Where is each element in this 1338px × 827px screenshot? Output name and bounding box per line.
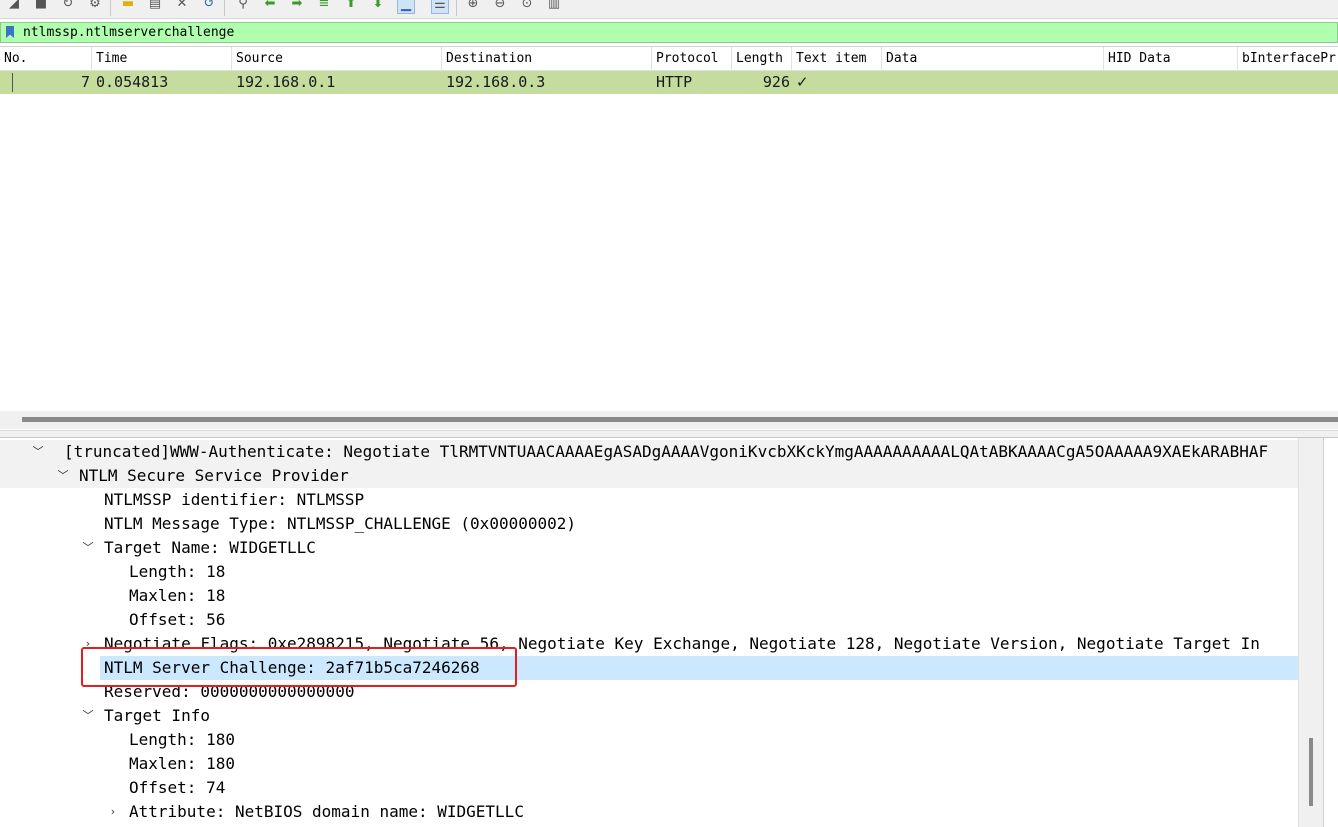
tree-item-message-type[interactable]: NTLM Message Type: NTLMSSP_CHALLENGE (0x… [0,512,1298,536]
stop-icon[interactable]: ■ [33,0,49,12]
chevron-down-icon[interactable]: ﹀ [57,464,69,488]
find-icon[interactable]: ⚲ [235,0,251,12]
tree-item-target-info[interactable]: ﹀ Target Info [0,704,1298,728]
packet-binterface [1242,71,1338,94]
tree-item-ntlm-ssp[interactable]: ﹀ NTLM Secure Service Provider [0,464,1298,488]
tree-item-label: Maxlen: 180 [129,754,235,773]
packet-data [886,71,1104,94]
tree-item-label: Reserved: 0000000000000000 [104,682,355,701]
toolbar-separator [224,0,225,16]
tree-item-label: Target Name: WIDGETLLC [104,538,316,557]
toolbar-separator [110,0,111,16]
column-header-time[interactable]: Time [92,47,232,70]
main-toolbar: ◢ ■ ↻ ⚙ ▬ ▤ ✕ ↺ ⚲ ⬅ ➡ ≡ ⬆ ⬇ ▁ ☰ ⊕ ⊖ ⊙ ▥ [0,0,1338,19]
tree-item-label: Negotiate Flags: 0xe2898215, Negotiate 5… [104,634,1260,653]
restart-icon[interactable]: ↻ [60,0,76,12]
packet-bytes-pane-edge [1323,438,1338,827]
tree-item-reserved[interactable]: Reserved: 0000000000000000 [0,680,1298,704]
last-packet-icon[interactable]: ⬇ [370,0,386,12]
chevron-down-icon[interactable]: ﹀ [82,704,94,728]
chevron-right-icon[interactable]: › [107,800,119,824]
toolbar-separator [456,0,457,16]
tree-item-label: Maxlen: 18 [129,586,226,605]
tree-item-label: NTLM Secure Service Provider [79,466,349,485]
tree-item-label: Target Info [104,706,210,725]
tree-item-label: NTLMSSP identifier: NTLMSSP [104,490,365,509]
column-header-protocol[interactable]: Protocol [652,47,732,70]
packet-no: 7 [80,73,90,91]
tree-item-label: [truncated]WWW-Authenticate: Negotiate T… [64,442,1269,461]
autoscroll-icon[interactable]: ▁ [397,0,415,14]
save-file-icon[interactable]: ▤ [147,0,163,12]
go-to-packet-icon[interactable]: ≡ [316,0,332,12]
tree-item-target-info-offset[interactable]: Offset: 74 [0,776,1298,800]
tree-item-target-name-offset[interactable]: Offset: 56 [0,608,1298,632]
first-packet-icon[interactable]: ⬆ [343,0,359,12]
tree-item-label: NTLM Message Type: NTLMSSP_CHALLENGE (0x… [104,514,577,533]
open-file-icon[interactable]: ▬ [120,0,136,12]
resize-columns-icon[interactable]: ▥ [546,0,562,12]
details-vertical-scrollbar[interactable] [1298,438,1323,827]
shark-fin-icon[interactable]: ◢ [6,0,22,12]
tree-item-label: Length: 180 [129,730,235,749]
normal-size-icon[interactable]: ⊙ [519,0,535,12]
column-header-no[interactable]: No. [0,47,92,70]
packet-destination: 192.168.0.3 [446,73,546,91]
tree-item-www-authenticate[interactable]: ﹀ [truncated]WWW-Authenticate: Negotiate… [0,440,1298,464]
packet-row[interactable]: 7 0.054813 192.168.0.1 192.168.0.3 HTTP … [0,71,1338,94]
go-forward-icon[interactable]: ➡ [289,0,305,12]
tree-item-label: Offset: 56 [129,610,226,629]
tree-item-netbios-domain[interactable]: › Attribute: NetBIOS domain name: WIDGET… [0,800,1298,824]
tree-item-target-name[interactable]: ﹀ Target Name: WIDGETLLC [0,536,1298,560]
tree-item-target-info-maxlen[interactable]: Maxlen: 180 [0,752,1298,776]
tree-item-label: Length: 18 [129,562,226,581]
scrollbar-thumb[interactable] [1309,738,1313,806]
display-filter-bar[interactable]: ntlmssp.ntlmserverchallenge [0,22,1338,43]
column-header-data[interactable]: Data [882,47,1104,70]
capture-options-icon[interactable]: ⚙ [87,0,103,12]
packet-list-pane: No. Time Source Destination Protocol Len… [0,46,1338,431]
colorize-icon[interactable]: ☰ [431,0,449,14]
packet-length: 926 [762,73,790,91]
column-header-source[interactable]: Source [232,47,442,70]
packet-list-header: No. Time Source Destination Protocol Len… [0,47,1338,71]
column-header-binterface[interactable]: bInterfacePr [1238,47,1338,70]
column-header-text-item[interactable]: Text item [792,47,882,70]
column-header-destination[interactable]: Destination [442,47,652,70]
zoom-in-icon[interactable]: ⊕ [465,0,481,12]
tree-item-target-name-maxlen[interactable]: Maxlen: 18 [0,584,1298,608]
packet-hid-data [1108,71,1238,94]
scrollbar-thumb[interactable] [22,417,1338,422]
chevron-down-icon[interactable]: ﹀ [82,536,94,560]
checkmark-icon: ✓ [796,73,809,91]
reload-icon[interactable]: ↺ [201,0,217,12]
column-header-hid-data[interactable]: HID Data [1104,47,1238,70]
tree-item-label: Attribute: NetBIOS domain name: WIDGETLL… [129,802,524,821]
go-back-icon[interactable]: ⬅ [262,0,278,12]
tree-item-label: NTLM Server Challenge: 2af71b5ca7246268 [104,658,480,677]
chevron-right-icon[interactable]: › [82,632,94,656]
close-file-icon[interactable]: ✕ [174,0,190,12]
packet-source: 192.168.0.1 [236,73,336,91]
tree-item-negotiate-flags[interactable]: › Negotiate Flags: 0xe2898215, Negotiate… [0,632,1298,656]
tree-item-ntlmssp-identifier[interactable]: NTLMSSP identifier: NTLMSSP [0,488,1298,512]
tree-item-label: Offset: 74 [129,778,226,797]
display-filter-input[interactable]: ntlmssp.ntlmserverchallenge [23,24,234,41]
packet-time: 0.054813 [96,73,169,91]
packet-protocol: HTTP [656,73,693,91]
tree-item-target-name-length[interactable]: Length: 18 [0,560,1298,584]
chevron-down-icon[interactable]: ﹀ [32,440,44,464]
column-header-length[interactable]: Length [732,47,792,70]
pane-splitter[interactable] [0,430,1338,437]
tree-item-target-info-length[interactable]: Length: 180 [0,728,1298,752]
packet-list-horizontal-scrollbar[interactable] [0,411,1338,429]
packet-details-pane: ﹀ [truncated]WWW-Authenticate: Negotiate… [0,437,1338,827]
zoom-out-icon[interactable]: ⊖ [492,0,508,12]
tree-item-server-challenge[interactable]: NTLM Server Challenge: 2af71b5ca7246268 [100,656,1298,680]
bookmark-icon[interactable] [6,26,14,38]
